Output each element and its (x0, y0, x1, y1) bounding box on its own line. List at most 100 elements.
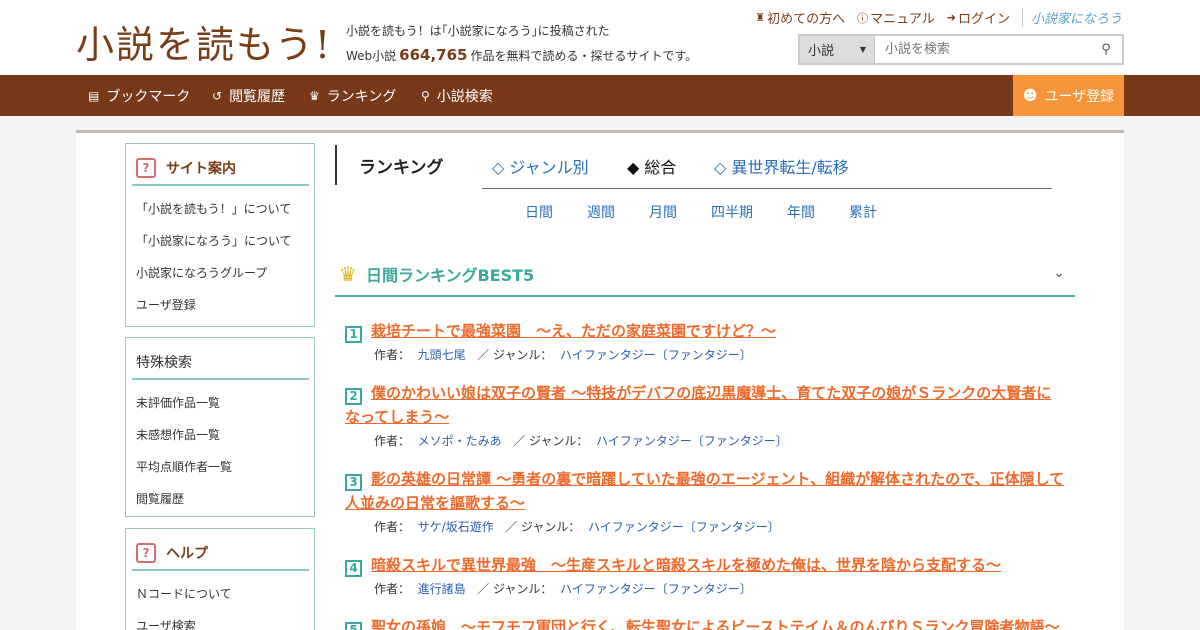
main-content: ? サイト案内 「小説を読もう！」について 「小説家になろう」について 小説家にな… (76, 130, 1124, 630)
sidebar-item-author-average[interactable]: 平均点順作者一覧 (136, 451, 314, 483)
search-bar: 小説 ▼ ⚲ (798, 34, 1124, 65)
sidebar-item-about-narou[interactable]: 「小説家になろう」について (136, 225, 314, 257)
sidebar-item-no-impressions[interactable]: 未感想作品一覧 (136, 419, 314, 451)
search-type-value: 小説 (808, 44, 835, 59)
manual-link[interactable]: ⓘ マニュアル (857, 8, 935, 28)
leaf-icon: ♜ (755, 11, 766, 24)
entry-title[interactable]: 僕のかわいい娘は双子の賢者 ～特技がデバフの底辺黒魔導士、育てた双子の娘がＳラン… (345, 384, 1051, 426)
question-icon: ? (136, 158, 156, 178)
tab-overall[interactable]: ◆ 総合 (627, 154, 676, 178)
period-quarterly[interactable]: 四半期 (711, 202, 787, 222)
genre-link[interactable]: ハイファンタジー〔ファンタジー〕 (588, 520, 780, 534)
login-icon: ➜ (946, 11, 956, 24)
ranking-entry: 1 栽培チートで最強菜園 ～え、ただの家庭菜園ですけど？～ 作者： 九頭七尾 ／ … (345, 319, 1065, 365)
genre-link[interactable]: ハイファンタジー〔ファンタジー〕 (596, 434, 788, 448)
ranking-entry: 2 僕のかわいい娘は双子の賢者 ～特技がデバフの底辺黒魔導士、育てた双子の娘がＳラ… (345, 381, 1065, 451)
period-yearly[interactable]: 年間 (787, 202, 849, 222)
nav-search[interactable]: ⚲ 小説検索 (421, 75, 493, 116)
genre-label: ／ ジャンル： (513, 434, 589, 448)
tagline-line1: 小説を読もう！は｢小説家になろう｣に投稿された (346, 24, 610, 38)
nav-ranking[interactable]: ♛ ランキング (309, 75, 396, 116)
beginners-link[interactable]: ♜ 初めての方へ (755, 8, 845, 27)
ranking-entry: 5 聖女の孫娘 ～モフモフ軍団と行く、転生聖女によるビーストテイム＆のんびりＳラン… (345, 615, 1065, 630)
entry-title[interactable]: 聖女の孫娘 ～モフモフ軍団と行く、転生聖女によるビーストテイム＆のんびりＳランク… (371, 618, 1060, 630)
question-circle-icon: ⓘ (857, 11, 869, 25)
entry-title[interactable]: 暗殺スキルで異世界最強 ～生産スキルと暗殺スキルを極めた俺は、世界を陰から支配す… (371, 556, 1001, 574)
site-info-title: ? サイト案内 (132, 152, 309, 186)
genre-link[interactable]: ハイファンタジー〔ファンタジー〕 (560, 582, 752, 596)
special-search-box: 特殊検索 未評価作品一覧 未感想作品一覧 平均点順作者一覧 閲覧履歴 (125, 337, 315, 517)
nav-search-label: 小説検索 (436, 88, 493, 105)
nav-ranking-label: ランキング (326, 88, 397, 105)
tab-genre[interactable]: ◇ ジャンル別 (492, 154, 589, 178)
tagline-pre: Web小説 (346, 49, 397, 63)
crown-icon: ♛ (309, 88, 320, 103)
sidebar-item-narou-group[interactable]: 小説家になろうグループ (136, 257, 314, 289)
site-info-heading: サイト案内 (166, 161, 236, 177)
help-heading: ヘルプ (166, 546, 208, 562)
rank-badge: 5 (345, 622, 362, 630)
nav-history[interactable]: ↺ 閲覧履歴 (212, 75, 285, 116)
nav-bookmark[interactable]: ▤ ブックマーク (88, 75, 190, 116)
sidebar-item-user-search[interactable]: ユーザ検索 (136, 610, 314, 630)
period-total[interactable]: 累計 (849, 202, 889, 222)
entry-meta: 作者： サケ/坂石遊作 ／ ジャンル： ハイファンタジー〔ファンタジー〕 (374, 517, 1065, 537)
site-tagline: 小説を読もう！は｢小説家になろう｣に投稿された Web小説 664,765 作品を無… (346, 19, 697, 68)
search-icon: ⚲ (1101, 42, 1111, 57)
period-weekly[interactable]: 週間 (587, 202, 649, 222)
site-logo[interactable]: 小説を読もう! (76, 14, 332, 69)
login-link[interactable]: ➜ ログイン (947, 8, 1010, 27)
entry-meta: 作者： 進行諸島 ／ ジャンル： ハイファンタジー〔ファンタジー〕 (374, 579, 1065, 599)
search-icon: ⚲ (421, 88, 430, 103)
top-links: ♜ 初めての方へ ⓘ マニュアル ➜ ログイン 小説家になろう (755, 8, 1122, 27)
search-button[interactable]: ⚲ (1090, 36, 1122, 63)
author-label: 作者： (374, 348, 411, 362)
search-input[interactable] (875, 36, 1090, 63)
help-box: ? ヘルプ Ｎコードについて ユーザ検索 (125, 528, 315, 630)
special-search-title: 特殊検索 (132, 346, 309, 380)
entry-meta: 作者： 九頭七尾 ／ ジャンル： ハイファンタジー〔ファンタジー〕 (374, 345, 1065, 365)
register-button[interactable]: ☻ ユーザ登録 (1013, 75, 1124, 116)
work-count: 664,765 (399, 46, 468, 64)
entry-meta: 作者： メソポ・たみあ ／ ジャンル： ハイファンタジー〔ファンタジー〕 (374, 431, 1065, 451)
author-link[interactable]: メソポ・たみあ (418, 434, 502, 448)
rank-badge: 1 (345, 326, 362, 343)
sidebar-item-about-yomou[interactable]: 「小説を読もう！」について (136, 193, 314, 225)
question-icon: ? (136, 543, 156, 563)
entry-title[interactable]: 栽培チートで最強菜園 ～え、ただの家庭菜園ですけど？～ (371, 322, 776, 340)
best5-title: 日間ランキングBEST5 (365, 266, 535, 285)
author-label: 作者： (374, 520, 411, 534)
genre-label: ／ ジャンル： (477, 582, 553, 596)
period-daily[interactable]: 日間 (525, 202, 587, 222)
tagline-line2: Web小説 664,765 作品を無料で読める・探せるサイトです。 (346, 43, 697, 68)
ranking-heading: ランキング (335, 145, 444, 185)
site-info-box: ? サイト案内 「小説を読もう！」について 「小説家になろう」について 小説家にな… (125, 143, 315, 327)
genre-link[interactable]: ハイファンタジー〔ファンタジー〕 (560, 348, 752, 362)
nav-history-label: 閲覧履歴 (229, 88, 286, 105)
rank-badge: 4 (345, 560, 362, 577)
nav-bookmark-label: ブックマーク (106, 88, 191, 105)
sidebar-item-register[interactable]: ユーザ登録 (136, 289, 314, 321)
chevron-down-icon[interactable]: ⌄ (1053, 265, 1065, 281)
author-link[interactable]: 進行諸島 (418, 582, 466, 596)
author-link[interactable]: サケ/坂石遊作 (418, 520, 494, 534)
ranking-entry: 4 暗殺スキルで異世界最強 ～生産スキルと暗殺スキルを極めた俺は、世界を陰から支配… (345, 553, 1065, 599)
entry-title[interactable]: 影の英雄の日常譚 ～勇者の裏で暗躍していた最強のエージェント、組織が解体されたの… (345, 470, 1064, 512)
login-label: ログイン (957, 12, 1010, 27)
crown-icon: ♛ (339, 262, 357, 286)
best5-header: ♛ 日間ランキングBEST5 ⌄ (335, 253, 1075, 297)
tagline-post: 作品を無料で読める・探せるサイトです。 (470, 49, 698, 63)
narou-logo[interactable]: 小説家になろう (1021, 8, 1122, 27)
ranking-entry: 3 影の英雄の日常譚 ～勇者の裏で暗躍していた最強のエージェント、組織が解体された… (345, 467, 1065, 537)
author-link[interactable]: 九頭七尾 (418, 348, 466, 362)
sidebar-item-unrated[interactable]: 未評価作品一覧 (136, 387, 314, 419)
period-monthly[interactable]: 月間 (649, 202, 711, 222)
tab-isekai[interactable]: ◇ 異世界転生/転移 (714, 154, 849, 178)
search-type-select[interactable]: 小説 ▼ (800, 36, 875, 63)
period-links: 日間 週間 月間 四半期 年間 累計 (525, 202, 889, 222)
history-icon: ↺ (212, 88, 223, 103)
site-header: 小説を読もう! 小説を読もう！は｢小説家になろう｣に投稿された Web小説 664… (0, 0, 1200, 75)
sidebar-item-history[interactable]: 閲覧履歴 (136, 483, 314, 515)
rank-badge: 2 (345, 388, 362, 405)
sidebar-item-ncode[interactable]: Ｎコードについて (136, 578, 314, 610)
